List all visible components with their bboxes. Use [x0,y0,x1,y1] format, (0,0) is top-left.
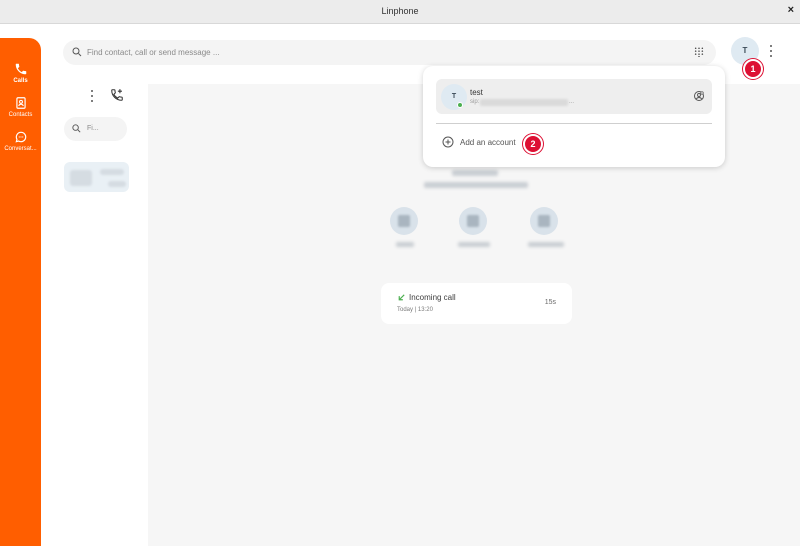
step-badge-2: 2 [523,134,543,154]
add-account-label: Add an account [460,138,516,147]
search-placeholder: Find contact, call or send message ... [87,48,220,57]
call-action-button[interactable] [390,207,418,235]
online-status-indicator [457,102,463,108]
add-circle-icon [442,136,454,148]
global-search-bar[interactable]: Find contact, call or send message ... [63,40,716,65]
account-name: test [470,88,483,97]
redacted-text [108,181,126,187]
redacted-contact-address [424,182,528,188]
redacted-action-label [396,242,414,247]
nav-item-calls[interactable]: Calls [0,62,41,84]
window-titlebar: Linphone × [0,0,800,24]
incoming-call-arrow-icon [398,294,405,301]
nav-item-contacts[interactable]: Contacts [0,96,41,118]
nav-label: Calls [13,78,28,84]
redacted-action-label [528,242,564,247]
call-log-card: Incoming call Today | 13:20 15s [381,283,572,324]
window-title: Linphone [381,6,419,16]
dialpad-icon[interactable] [694,47,704,57]
list-search-placeholder: Fi... [87,125,99,132]
list-search-input[interactable]: Fi... [64,117,127,141]
account-settings-icon[interactable] [693,90,705,102]
phone-icon [15,63,26,75]
redacted-text [100,169,124,175]
list-more-options-icon[interactable] [89,89,95,103]
account-address-suffix: ... [569,99,575,105]
new-call-icon[interactable] [110,88,124,102]
contacts-icon [15,97,26,109]
chat-icon [14,131,26,143]
redacted-contact-name [452,170,498,176]
video-action-button[interactable] [530,207,558,235]
popup-divider [436,123,712,124]
call-type-label: Incoming call [409,293,456,302]
call-date-label: Today | 13:20 [397,307,433,313]
call-list-panel [41,84,148,546]
account-address-prefix: sip: [470,99,480,105]
nav-label: Contacts [8,112,33,118]
message-action-button[interactable] [459,207,487,235]
redacted-action-label [458,242,490,247]
step-badge-1: 1 [743,59,763,79]
search-icon [72,47,82,57]
more-options-icon[interactable] [768,44,774,58]
search-icon [72,124,81,133]
account-row[interactable]: T test sip: ... [436,79,712,114]
account-avatar: T [441,84,467,110]
redacted-avatar [70,170,92,186]
call-duration-label: 15s [544,299,556,306]
call-history-item[interactable] [64,162,129,192]
navigation-bar: Calls Contacts Conversat... [0,38,41,546]
window-close-button[interactable]: × [788,4,794,16]
nav-label: Conversat... [4,146,37,152]
redacted-account-address [480,99,568,106]
nav-item-conversations[interactable]: Conversat... [0,130,41,152]
account-popup: T test sip: ... Add an account [423,66,725,167]
